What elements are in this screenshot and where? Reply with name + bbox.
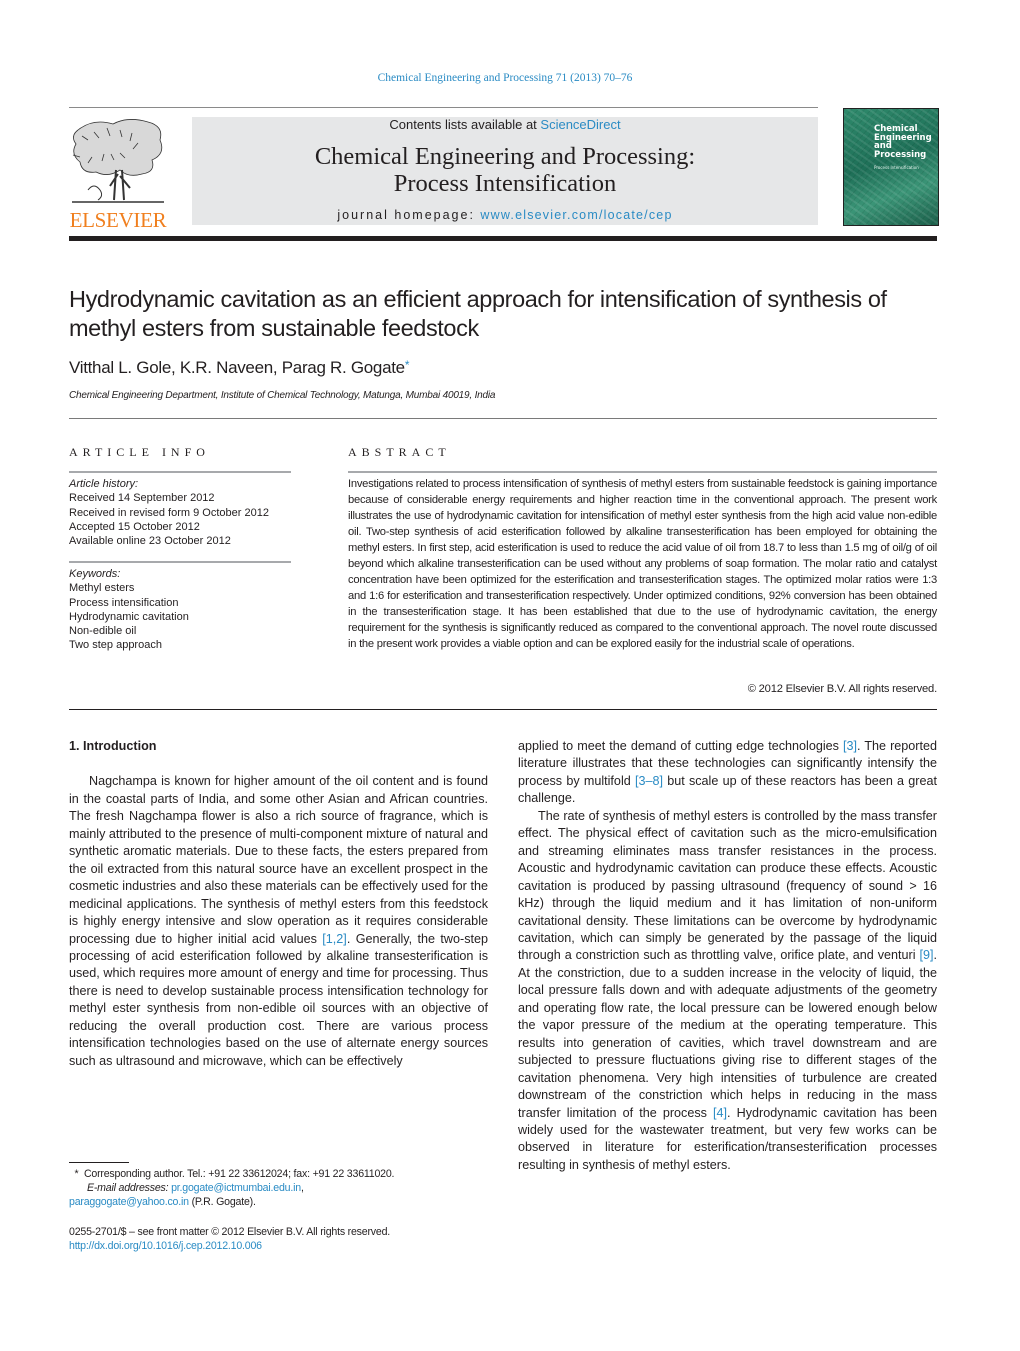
corresponding-author-marker[interactable]: *: [405, 358, 410, 372]
body-column-left: 1. Introduction Nagchampa is known for h…: [69, 738, 488, 1070]
article-info-heading: ARTICLE INFO: [69, 445, 210, 459]
corresponding-author-footnote: * Corresponding author. Tel.: +91 22 336…: [69, 1167, 489, 1209]
keyword-item: Methyl esters: [69, 582, 135, 595]
corresponding-contact: Corresponding author. Tel.: +91 22 33612…: [83, 1168, 395, 1180]
history-item: Available online 23 October 2012: [69, 535, 231, 548]
contents-prefix: Contents lists available at: [389, 117, 541, 132]
author-list: Vitthal L. Gole, K.R. Naveen, Parag R. G…: [69, 358, 410, 378]
email-link-1[interactable]: pr.gogate@ictmumbai.edu.in: [171, 1182, 301, 1194]
section-heading-introduction: 1. Introduction: [69, 739, 157, 753]
history-item: Accepted 15 October 2012: [69, 520, 200, 533]
keyword-item: Two step approach: [69, 639, 162, 652]
body-text: The rate of synthesis of methyl esters i…: [518, 808, 937, 963]
abstract-copyright: © 2012 Elsevier B.V. All rights reserved…: [747, 683, 937, 695]
email-owner: (P.R. Gogate).: [188, 1196, 256, 1208]
homepage-link[interactable]: www.elsevier.com/locate/cep: [480, 208, 672, 222]
body-text: . Generally, the two-step processing of …: [69, 931, 489, 1068]
doi-link[interactable]: http://dx.doi.org/10.1016/j.cep.2012.10.…: [69, 1239, 489, 1253]
footnote-line: * Corresponding author. Tel.: +91 22 336…: [69, 1167, 489, 1181]
citation-link[interactable]: [3]: [843, 739, 857, 753]
elsevier-wordmark: ELSEVIER: [69, 208, 167, 232]
keywords-divider: [69, 561, 291, 563]
journal-title: Chemical Engineering and Processing: Pro…: [192, 143, 818, 197]
citation-link[interactable]: [1,2]: [322, 932, 347, 946]
abstract-divider: [348, 471, 937, 473]
journal-reference-link[interactable]: Chemical Engineering and Processing 71 (…: [0, 72, 1010, 84]
body-text: . At the constriction, due to a sudden i…: [518, 948, 937, 1120]
article-history: Article history: Received 14 September 2…: [69, 477, 294, 548]
journal-cover-image[interactable]: Chemical Engineering and Processing Proc…: [843, 108, 939, 226]
sciencedirect-link[interactable]: ScienceDirect: [540, 117, 620, 132]
citation-link[interactable]: [3–8]: [635, 774, 663, 788]
abstract-heading: ABSTRACT: [348, 445, 451, 459]
body-paragraph: applied to meet the demand of cutting ed…: [518, 738, 937, 808]
journal-title-line-1: Chemical Engineering and Processing:: [314, 143, 696, 170]
article-title: Hydrodynamic cavitation as an efficient …: [69, 286, 887, 341]
keywords-heading: Keywords:: [69, 568, 121, 580]
footnote-divider: [69, 1162, 129, 1163]
affiliation-divider: [69, 418, 937, 419]
keyword-item: Non-edible oil: [69, 625, 137, 638]
abstract-end-divider: [69, 709, 937, 710]
email-link-2[interactable]: paraggogate@yahoo.co.in: [69, 1196, 189, 1208]
email-label: E-mail addresses:: [86, 1182, 172, 1194]
cover-title: Chemical Engineering and Processing: [874, 125, 932, 159]
body-column-right: applied to meet the demand of cutting ed…: [518, 738, 937, 1174]
history-heading: Article history:: [69, 478, 139, 490]
authors-text: Vitthal L. Gole, K.R. Naveen, Parag R. G…: [69, 358, 405, 377]
keyword-item: Hydrodynamic cavitation: [69, 610, 189, 623]
header-divider: [69, 107, 818, 108]
affiliation: Chemical Engineering Department, Institu…: [69, 390, 496, 401]
homepage-line: journal homepage: www.elsevier.com/locat…: [192, 208, 818, 222]
issn-line: 0255-2701/$ – see front matter © 2012 El…: [69, 1226, 391, 1238]
history-item: Received 14 September 2012: [69, 492, 215, 505]
article-info-divider: [69, 471, 291, 473]
email-separator: ,: [300, 1182, 304, 1194]
body-text: Nagchampa is known for higher amount of …: [69, 774, 488, 946]
history-item: Received in revised form 9 October 2012: [69, 506, 269, 519]
keyword-item: Process intensification: [69, 596, 179, 609]
citation-link[interactable]: [4]: [713, 1106, 727, 1120]
footnote-line: E-mail addresses: pr.gogate@ictmumbai.ed…: [69, 1181, 489, 1195]
body-text: applied to meet the demand of cutting ed…: [518, 739, 843, 753]
contents-line: Contents lists available at ScienceDirec…: [192, 117, 818, 132]
journal-title-line-2: Process Intensification: [393, 170, 617, 197]
journal-masthead: Contents lists available at ScienceDirec…: [192, 117, 818, 225]
front-matter: 0255-2701/$ – see front matter © 2012 El…: [69, 1225, 489, 1253]
citation-link[interactable]: [9]: [919, 948, 933, 962]
masthead-bottom-bar: [69, 236, 937, 241]
elsevier-tree-icon: [72, 119, 164, 203]
footnote-marker: *: [74, 1168, 79, 1180]
footnote-line: paraggogate@yahoo.co.in (P.R. Gogate).: [69, 1195, 489, 1209]
cover-subtitle: Process Intensification: [874, 165, 919, 170]
body-paragraph: Nagchampa is known for higher amount of …: [69, 773, 488, 1070]
elsevier-logo[interactable]: ELSEVIER: [68, 116, 168, 232]
homepage-prefix: journal homepage:: [337, 208, 481, 222]
body-paragraph: The rate of synthesis of methyl esters i…: [518, 808, 937, 1175]
keywords: Keywords: Methyl esters Process intensif…: [69, 567, 294, 653]
cover-title-line: Processing: [874, 149, 927, 160]
abstract-text: Investigations related to process intens…: [348, 478, 937, 650]
